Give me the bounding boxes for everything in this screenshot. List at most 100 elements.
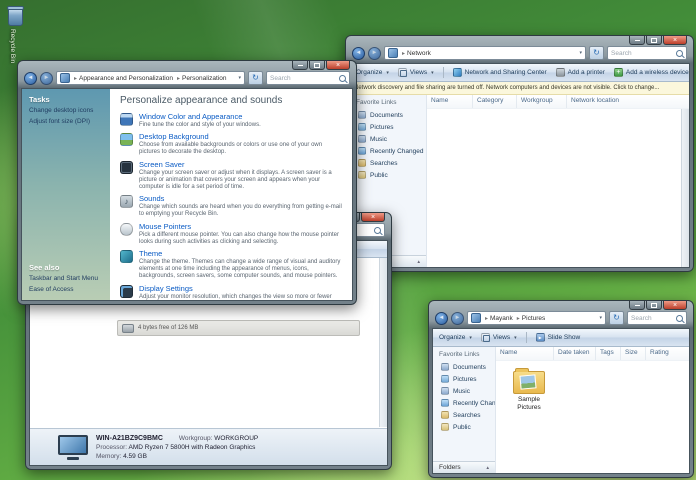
display-settings-icon xyxy=(120,285,133,298)
back-button[interactable]: ◄ xyxy=(352,47,365,60)
sample-pictures-folder[interactable]: Sample Pictures xyxy=(506,367,552,412)
user-folder-icon xyxy=(471,313,481,323)
search-input[interactable]: Search xyxy=(627,311,687,325)
link-taskbar-start-menu[interactable]: Taskbar and Start Menu xyxy=(29,275,105,283)
views-button[interactable]: Views xyxy=(481,333,517,342)
column-header-date-taken[interactable]: Date taken xyxy=(554,347,596,360)
link-mouse-pointers[interactable]: Mouse Pointers xyxy=(139,222,342,231)
column-header-rating[interactable]: Rating xyxy=(646,347,678,360)
link-display-settings[interactable]: Display Settings xyxy=(139,284,342,293)
close-button[interactable] xyxy=(326,61,350,70)
refresh-button[interactable] xyxy=(248,71,263,85)
add-device-icon xyxy=(614,68,623,77)
selected-drive-item[interactable]: 4 bytes free of 126 MB xyxy=(117,320,360,336)
link-desktop-background[interactable]: Desktop Background xyxy=(139,132,342,141)
network-info-bar[interactable]: Network discovery and file sharing are t… xyxy=(350,82,689,95)
vertical-scrollbar[interactable] xyxy=(681,109,689,267)
chevron-down-icon[interactable]: ▾ xyxy=(238,75,241,81)
maximize-button[interactable] xyxy=(646,301,662,310)
column-header-name[interactable]: Name xyxy=(496,347,554,360)
computer-name: WIN-A21BZ9C9BMC xyxy=(96,435,163,442)
minimize-button[interactable] xyxy=(629,301,645,310)
see-also-header: See also xyxy=(29,263,105,272)
list-item: Window Color and Appearance Fine tune th… xyxy=(120,112,342,129)
breadcrumb-segment[interactable]: Personalization xyxy=(175,75,226,82)
folders-expander[interactable]: Folders xyxy=(433,461,495,473)
music-icon xyxy=(441,387,449,395)
task-change-desktop-icons[interactable]: Change desktop icons xyxy=(29,107,105,115)
breadcrumb-segment[interactable]: Network xyxy=(400,50,431,57)
refresh-button[interactable] xyxy=(589,46,604,60)
column-header-workgroup[interactable]: Workgroup xyxy=(517,95,567,108)
link-theme[interactable]: Theme xyxy=(139,249,342,258)
search-placeholder: Search xyxy=(631,315,652,322)
processor-value: AMD Ryzen 7 5800H with Radeon Graphics xyxy=(129,444,256,451)
column-header-name[interactable]: Name xyxy=(427,95,473,108)
task-adjust-font-size[interactable]: Adjust font size (DPI) xyxy=(29,118,105,126)
add-wireless-device-button[interactable]: Add a wireless device xyxy=(614,68,689,77)
address-bar[interactable]: Mayank Pictures ▾ xyxy=(467,311,606,325)
nav-item-music[interactable]: Music xyxy=(433,385,495,397)
forward-button[interactable]: ► xyxy=(40,72,53,85)
nav-item-public[interactable]: Public xyxy=(433,421,495,433)
address-bar[interactable]: Appearance and Personalization Personali… xyxy=(56,71,245,85)
nav-item-recently-changed[interactable]: Recently Changed xyxy=(433,397,495,409)
network-toolbar: Organize Views Network and Sharing Cente… xyxy=(350,64,689,82)
link-window-color-appearance[interactable]: Window Color and Appearance xyxy=(139,112,261,121)
add-printer-button[interactable]: Add a printer xyxy=(556,68,605,77)
breadcrumb-segment[interactable]: Appearance and Personalization xyxy=(72,75,173,82)
views-button[interactable]: Views xyxy=(398,68,434,77)
disk-drive-icon xyxy=(122,324,134,333)
close-button[interactable] xyxy=(361,213,385,222)
drive-free-space-text: 4 bytes free of 126 MB xyxy=(138,325,198,331)
forward-button[interactable]: ► xyxy=(451,312,464,325)
nav-item-documents[interactable]: Documents xyxy=(433,361,495,373)
sounds-icon xyxy=(120,195,133,208)
search-input[interactable]: Search xyxy=(266,71,350,85)
breadcrumb-segment[interactable]: Mayank xyxy=(483,315,513,322)
maximize-button[interactable] xyxy=(646,36,662,45)
network-client-area: Organize Views Network and Sharing Cente… xyxy=(349,63,690,268)
vertical-scrollbar[interactable] xyxy=(379,258,387,427)
nav-item-documents[interactable]: Documents xyxy=(350,109,426,121)
chevron-down-icon[interactable]: ▾ xyxy=(599,315,602,321)
close-button[interactable] xyxy=(663,301,687,310)
nav-item-recently-changed[interactable]: Recently Changed xyxy=(350,145,426,157)
nav-item-public[interactable]: Public xyxy=(350,169,426,181)
nav-item-pictures[interactable]: Pictures xyxy=(350,121,426,133)
nav-item-searches[interactable]: Searches xyxy=(433,409,495,421)
refresh-button[interactable] xyxy=(609,311,624,325)
close-button[interactable] xyxy=(663,36,687,45)
column-header-size[interactable]: Size xyxy=(621,347,646,360)
pictures-client-area: Organize Views Slide Show Favorite Links… xyxy=(432,328,690,474)
link-sounds[interactable]: Sounds xyxy=(139,194,342,203)
back-button[interactable]: ◄ xyxy=(435,312,448,325)
nav-item-searches[interactable]: Searches xyxy=(350,157,426,169)
forward-button[interactable]: ► xyxy=(368,47,381,60)
chevron-down-icon[interactable]: ▾ xyxy=(579,50,582,56)
column-header-tags[interactable]: Tags xyxy=(596,347,621,360)
memory-value: 4.59 GB xyxy=(123,453,147,460)
minimize-button[interactable] xyxy=(292,61,308,70)
breadcrumb-segment[interactable]: Pictures xyxy=(515,315,546,322)
maximize-button[interactable] xyxy=(309,61,325,70)
network-file-area[interactable] xyxy=(427,109,689,267)
search-input[interactable]: Search xyxy=(607,46,687,60)
column-header-network-location[interactable]: Network location xyxy=(567,95,631,108)
pictures-file-area[interactable]: Sample Pictures xyxy=(496,361,689,473)
slide-show-button[interactable]: Slide Show xyxy=(536,333,581,342)
network-sharing-center-button[interactable]: Network and Sharing Center xyxy=(453,68,547,77)
address-bar[interactable]: Network ▾ xyxy=(384,46,586,60)
link-screen-saver[interactable]: Screen Saver xyxy=(139,160,342,169)
column-header-category[interactable]: Category xyxy=(473,95,517,108)
recycle-bin-icon xyxy=(8,8,23,26)
nav-item-music[interactable]: Music xyxy=(350,133,426,145)
link-ease-of-access[interactable]: Ease of Access xyxy=(29,286,105,294)
nav-item-pictures[interactable]: Pictures xyxy=(433,373,495,385)
organize-button[interactable]: Organize xyxy=(439,334,472,341)
organize-button[interactable]: Organize xyxy=(356,69,389,76)
minimize-button[interactable] xyxy=(629,36,645,45)
item-description: Adjust your monitor resolution, which ch… xyxy=(139,294,342,300)
screen-saver-icon xyxy=(120,161,133,174)
back-button[interactable]: ◄ xyxy=(24,72,37,85)
